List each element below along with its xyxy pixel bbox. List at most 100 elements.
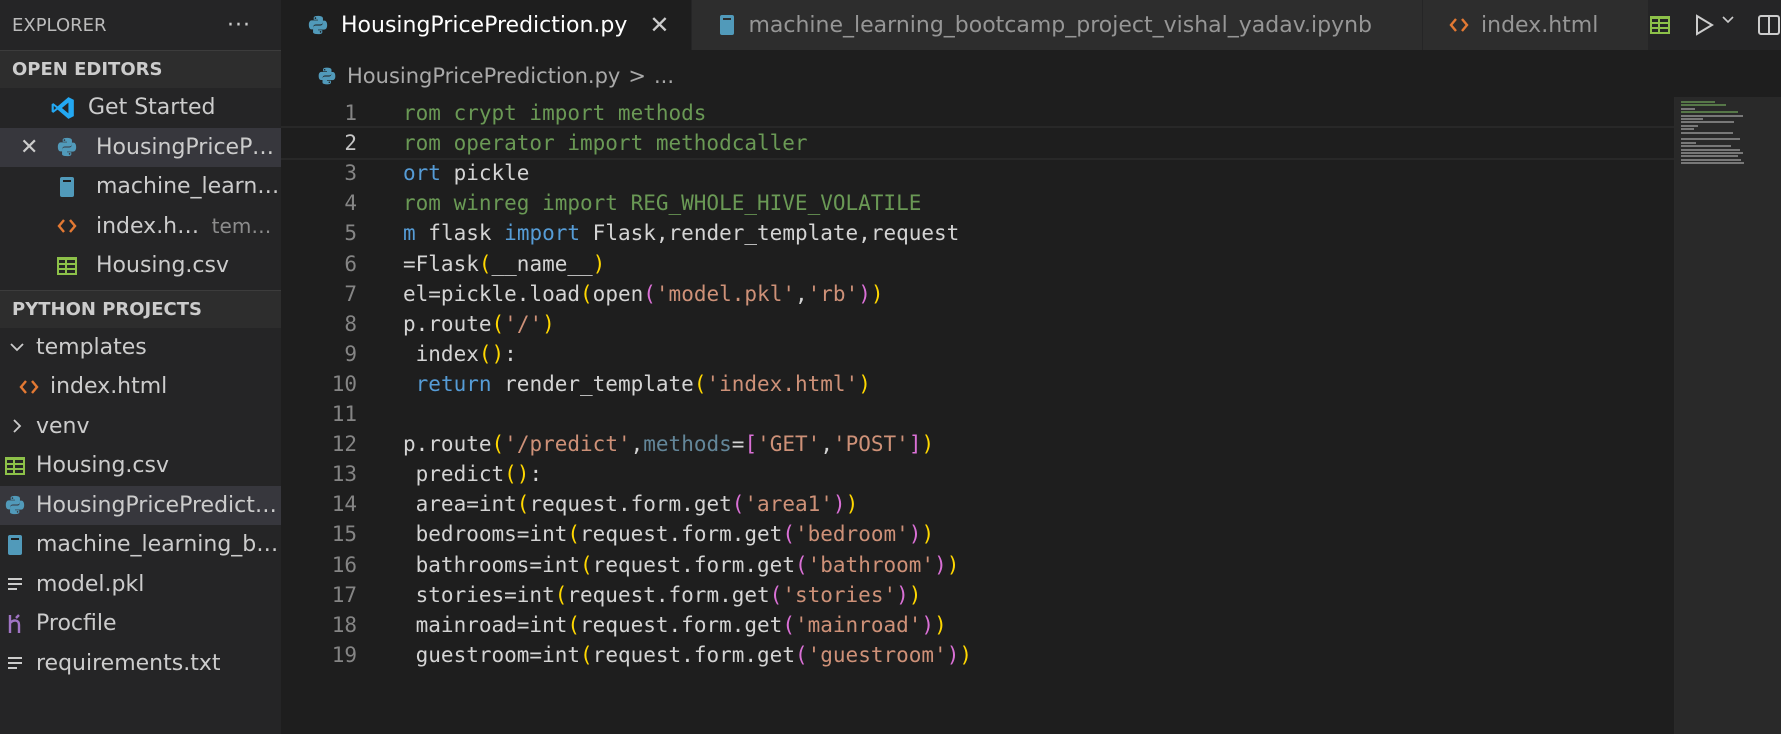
run-icon[interactable]: [1693, 13, 1735, 37]
minimap-line: [1681, 118, 1704, 120]
minimap-line: [1681, 131, 1733, 134]
code-token: 'model.pkl': [655, 281, 795, 306]
open-editor-housing-py[interactable]: ✕ HousingPricePre...: [0, 127, 281, 167]
breadcrumb-symbols[interactable]: ...: [654, 64, 674, 88]
file-index-html[interactable]: index.html: [0, 367, 281, 407]
minimap-line: [1681, 124, 1698, 127]
code-token: 'guestroom': [807, 642, 947, 667]
code-line[interactable]: 6 =Flask(__name__): [281, 247, 1674, 281]
folder-venv[interactable]: venv: [0, 407, 281, 447]
code-token: ): [592, 251, 606, 276]
code-token: ): [908, 582, 922, 607]
file-procfile[interactable]: Procfile: [0, 604, 281, 644]
folder-templates[interactable]: templates: [0, 328, 281, 368]
line-number: 4: [344, 191, 357, 216]
file-requirements[interactable]: requirements.txt: [0, 644, 281, 684]
code-token: 'area1': [744, 492, 833, 517]
line-number: 1: [344, 101, 357, 125]
tree-item-label: venv: [36, 413, 90, 439]
code-token: ): [946, 642, 960, 667]
file-housing-csv[interactable]: Housing.csv: [0, 446, 281, 486]
code-editor[interactable]: 1 rom crypt import methods 2 rom operator i…: [281, 97, 1674, 734]
open-editor-index-html[interactable]: index.html templ...: [0, 207, 281, 247]
code-line[interactable]: 7 el=pickle.load(open('model.pkl','rb')): [281, 277, 1674, 311]
file-model-pkl[interactable]: model.pkl: [0, 565, 281, 605]
close-icon[interactable]: ✕: [649, 11, 669, 39]
line-number: 19: [331, 642, 357, 667]
line-number: 3: [344, 161, 357, 186]
code-token: '/predict': [504, 432, 631, 457]
minimap-line: [1681, 162, 1744, 165]
code-token: __name__: [491, 251, 593, 276]
html-icon: [14, 377, 44, 397]
code-line[interactable]: 19 guestroom=int(request.form.get('guest…: [281, 638, 1674, 672]
code-token: ,: [794, 281, 808, 306]
tab-notebook[interactable]: machine_learning_bootcamp_project_vishal…: [692, 0, 1424, 50]
tab-label: index.html: [1481, 12, 1599, 38]
split-editor-icon[interactable]: [1757, 14, 1781, 36]
open-editors-header[interactable]: OPEN EDITORS: [0, 50, 281, 88]
code-line[interactable]: 14 area=int(request.form.get('area1')): [281, 487, 1674, 521]
code-token: rom operator import methodcaller: [403, 131, 808, 156]
code-token: stories=int: [403, 582, 555, 607]
code-line[interactable]: 8 p.route('/'): [281, 307, 1674, 341]
line-number: 16: [331, 552, 357, 577]
code-text: mainroad=int(request.form.get('mainroad'…: [403, 613, 947, 637]
open-editor-description: templ...: [211, 214, 281, 239]
file-notebook[interactable]: machine_learning_bo...: [0, 525, 281, 565]
file-housing-py[interactable]: HousingPricePredictio...: [0, 485, 281, 525]
code-token: Flask,render_template,request: [580, 221, 960, 246]
code-line[interactable]: 11: [281, 397, 1674, 431]
open-editor-notebook[interactable]: machine_learnin...: [0, 167, 281, 207]
csv-preview-icon[interactable]: [1649, 15, 1671, 35]
tree-item-label: model.pkl: [36, 571, 145, 597]
python-projects-header[interactable]: PYTHON PROJECTS: [0, 289, 281, 328]
file-lines-icon: [0, 575, 30, 593]
code-line[interactable]: 13 predict():: [281, 457, 1674, 491]
open-editor-housing-csv[interactable]: Housing.csv: [0, 246, 281, 286]
open-editor-get-started[interactable]: Get Started: [0, 88, 281, 128]
code-token: (: [782, 612, 795, 637]
code-line[interactable]: 17 stories=int(request.form.get('stories…: [281, 578, 1674, 612]
code-line[interactable]: 4 rom winreg import REG_WHOLE_HIVE_VOLATI…: [281, 186, 1674, 220]
editor-actions: ···: [1649, 0, 1781, 50]
minimap[interactable]: [1674, 97, 1781, 734]
code-token: ): [921, 612, 935, 637]
line-number: 2: [344, 131, 357, 156]
open-editor-label: HousingPricePre...: [96, 134, 281, 160]
more-actions-icon[interactable]: ···: [227, 13, 269, 38]
minimap-line: [1681, 155, 1739, 158]
minimap-line: [1681, 114, 1743, 117]
code-line[interactable]: 3 ort pickle: [281, 156, 1674, 190]
code-line[interactable]: 1 rom crypt import methods: [281, 97, 1674, 130]
code-line[interactable]: 9 index():: [281, 337, 1674, 371]
tab-index-html[interactable]: index.html: [1423, 0, 1650, 50]
code-text: guestroom=int(request.form.get('guestroo…: [403, 643, 972, 667]
code-token: (): [504, 462, 530, 487]
code-token: ): [959, 642, 973, 667]
minimap-line: [1681, 101, 1715, 103]
code-text: el=pickle.load(open('model.pkl','rb')): [403, 282, 884, 306]
code-token: predict: [403, 462, 505, 487]
code-token: request.form.get: [529, 492, 732, 517]
breadcrumb-file[interactable]: HousingPricePrediction.py: [347, 64, 620, 88]
code-line[interactable]: 5 m flask import Flask,render_template,re…: [281, 216, 1674, 250]
explorer-sidebar: EXPLORER ··· OPEN EDITORS Get Started ✕ …: [0, 0, 281, 734]
code-token: (: [478, 251, 492, 276]
minimap-line: [1681, 138, 1740, 141]
code-token: (: [580, 642, 593, 667]
tab-housing-py[interactable]: HousingPricePrediction.py ✕: [281, 0, 693, 50]
close-icon[interactable]: ✕: [20, 135, 38, 160]
code-line[interactable]: 18 mainroad=int(request.form.get('mainro…: [281, 608, 1674, 642]
code-token: bathrooms=int: [403, 552, 581, 577]
code-line[interactable]: 2 rom operator import methodcaller: [281, 126, 1674, 161]
code-line[interactable]: 10 return render_template('index.html'): [281, 367, 1674, 401]
minimap-slider[interactable]: [1675, 97, 1781, 734]
python-icon: [307, 14, 329, 36]
code-line[interactable]: 16 bathrooms=int(request.form.get('bathr…: [281, 548, 1674, 582]
code-text: p.route('/predict',methods=['GET','POST'…: [403, 432, 934, 456]
code-line[interactable]: 12 p.route('/predict',methods=['GET','POS…: [281, 427, 1674, 461]
line-number: 8: [344, 311, 357, 336]
code-line[interactable]: 15 bedrooms=int(request.form.get('bedroo…: [281, 517, 1674, 551]
code-text: =Flask(__name__): [403, 252, 605, 276]
